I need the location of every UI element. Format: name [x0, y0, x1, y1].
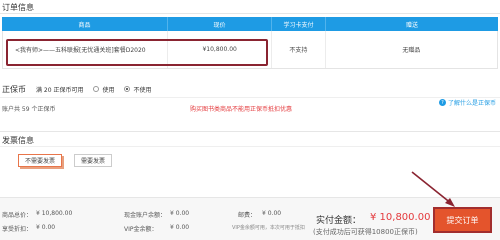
invoice-title: 发票信息 — [2, 136, 34, 145]
goods-total-label: 商品总价： — [2, 212, 33, 219]
card-pay-status: 不支持 — [272, 31, 326, 68]
coin-available: 满 20 正保币可用 — [36, 86, 84, 94]
cash-balance-value: ¥ 0.00 — [170, 210, 190, 217]
radio-no-coin[interactable]: 不使用 — [124, 85, 151, 94]
coin-help-link[interactable]: ? 了解什么是正保币 — [438, 98, 496, 107]
column-header-card-pay: 学习卡支付 — [272, 17, 326, 31]
radio-use-label: 使用 — [102, 86, 115, 94]
coin-row: 正保币 满 20 正保币可用 使用 不使用 — [2, 82, 151, 96]
radio-dot-selected-icon — [124, 86, 131, 92]
coin-balance: 账户共 59 个正保币 — [2, 106, 56, 113]
divider — [0, 13, 500, 14]
pay-reward-note: (支付成功后可获得10800正保币) — [313, 228, 418, 236]
postage-label: 邮费： — [238, 212, 257, 219]
cash-balance-label: 现金账户余额： — [124, 212, 167, 219]
radio-nouse-label: 不使用 — [133, 86, 152, 94]
radio-use-coin[interactable]: 使用 — [93, 85, 114, 94]
gift-info: 无赠品 — [402, 47, 421, 54]
divider — [0, 146, 500, 147]
submit-order-button[interactable]: 提交订单 — [433, 207, 492, 233]
pay-amount-label: 实付金额： — [316, 216, 362, 226]
discount-value: ¥ 0.00 — [36, 224, 56, 231]
highlight-frame — [6, 39, 268, 66]
coin-help-label: 了解什么是正保币 — [447, 100, 496, 107]
column-header-product: 商品 — [2, 17, 168, 31]
no-invoice-button[interactable]: 不需要发票 — [18, 154, 62, 167]
goods-total-value: ¥ 10,800.00 — [36, 210, 73, 217]
column-header-price: 现价 — [168, 17, 272, 31]
vip-balance-label: VIP金余额： — [124, 226, 158, 233]
pay-amount-value: ¥ 10,800.00 — [370, 212, 431, 223]
divider — [0, 131, 500, 132]
vip-note: VIP金余额可用，本次可用于抵扣 — [232, 225, 305, 231]
order-info-title: 订单信息 — [2, 3, 34, 12]
column-header-gift: 赠送 — [405, 21, 418, 29]
order-table-header: 商品 现价 学习卡支付 赠送 — [2, 17, 498, 31]
divider — [0, 97, 500, 98]
question-icon: ? — [438, 99, 446, 106]
need-invoice-button[interactable]: 需要发票 — [74, 154, 112, 167]
coin-title: 正保币 — [2, 84, 26, 94]
postage-value: ¥ 0.00 — [262, 210, 282, 217]
coin-warning: 购买图书类商品不能用正保币抵扣优惠 — [190, 106, 293, 113]
radio-dot-icon — [93, 86, 100, 92]
discount-label: 享受折扣： — [2, 226, 33, 233]
vip-balance-value: ¥ 0.00 — [170, 224, 190, 231]
